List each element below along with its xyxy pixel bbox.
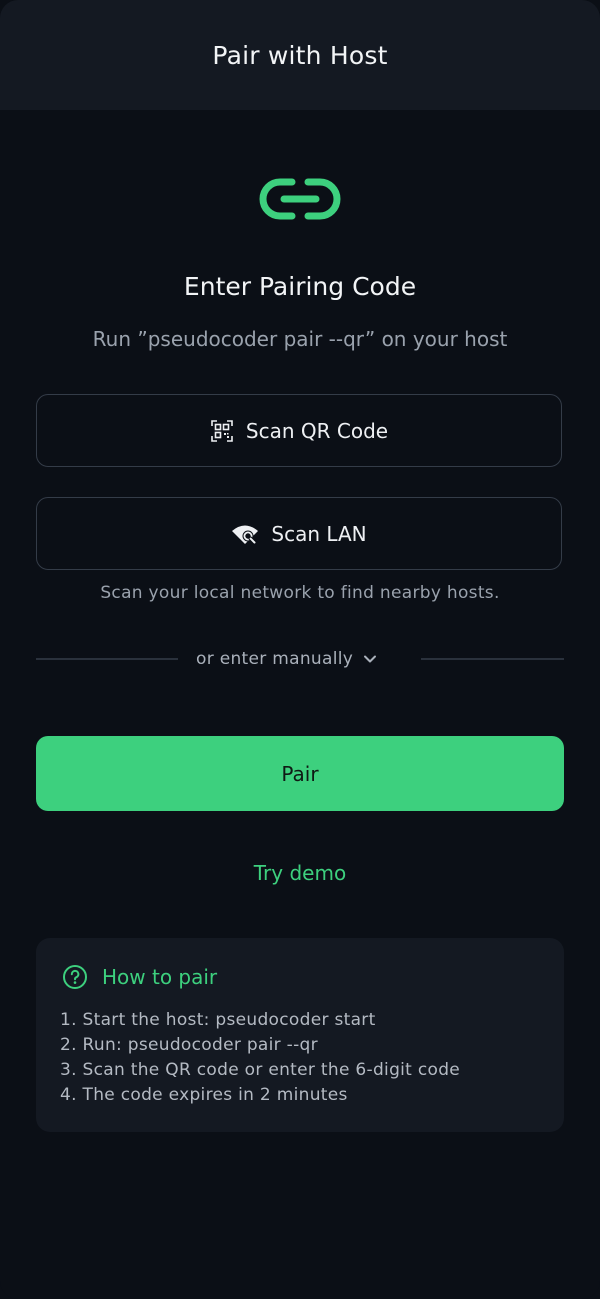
divider-line-right (421, 658, 564, 660)
manual-entry-label: or enter manually (196, 649, 354, 669)
help-title: How to pair (102, 965, 218, 989)
try-demo-link[interactable]: Try demo (0, 861, 600, 885)
manual-entry-divider: or enter manually (36, 645, 564, 673)
manual-entry-toggle[interactable]: or enter manually (196, 645, 377, 673)
scan-qr-button[interactable]: Scan QR Code (36, 394, 562, 467)
chevron-down-icon (363, 654, 377, 664)
scan-qr-label: Scan QR Code (245, 418, 389, 443)
help-circle-icon (62, 964, 88, 990)
list-item: 3. Scan the QR code or enter the 6-digit… (60, 1060, 461, 1080)
pairing-steps-list: 1. Start the host: pseudocoder start 2. … (60, 1008, 460, 1108)
page-title: Pair with Host (212, 40, 388, 70)
top-bar: Pair with Host (0, 0, 600, 110)
section-heading: Enter Pairing Code (183, 272, 417, 301)
scan-lan-button[interactable]: Scan LAN (36, 497, 562, 570)
pair-button-label: Pair (281, 761, 319, 786)
divider-line-left (36, 658, 178, 660)
pair-button[interactable]: Pair (36, 736, 564, 811)
instruction-text: Run ”pseudocoder pair --qr” on your host (92, 327, 508, 351)
qr-code-icon (210, 419, 234, 443)
list-item: 4. The code expires in 2 minutes (60, 1085, 348, 1105)
help-header: How to pair (62, 964, 217, 990)
wifi-search-icon (231, 523, 259, 545)
link-icon (259, 177, 341, 221)
list-item: 1. Start the host: pseudocoder start (60, 1010, 376, 1030)
list-item: 2. Run: pseudocoder pair --qr (60, 1035, 318, 1055)
lan-hint-text: Scan your local network to find nearby h… (100, 583, 500, 603)
pairing-screen: Pair with Host Enter Pairing Code Run ”p… (0, 0, 600, 1299)
scan-lan-label: Scan LAN (271, 521, 367, 546)
how-to-pair-card: How to pair 1. Start the host: pseudocod… (36, 938, 564, 1132)
